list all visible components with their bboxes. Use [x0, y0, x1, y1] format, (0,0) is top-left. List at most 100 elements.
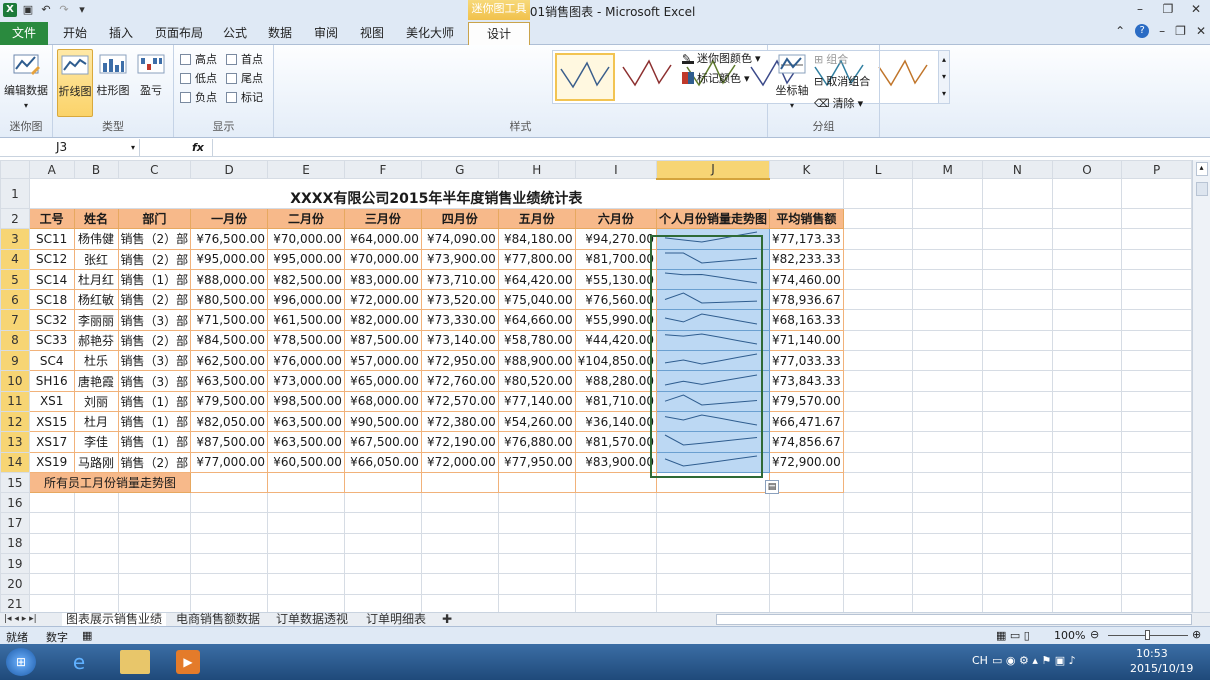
normal-view-icon[interactable]: ▦ ▭ ▯ [996, 629, 1030, 642]
average-sales-cell[interactable]: ¥77,033.33 [769, 350, 844, 372]
cell[interactable] [842, 451, 914, 473]
column-header-g[interactable]: G [420, 160, 499, 179]
column-header-p[interactable]: P [1121, 160, 1192, 179]
cell[interactable] [982, 390, 1053, 412]
cell[interactable] [912, 207, 983, 230]
new-sheet-icon[interactable]: ✚ [442, 613, 452, 627]
trend-cell[interactable] [190, 471, 269, 494]
cell[interactable] [497, 512, 576, 534]
row-header-12[interactable]: 12 [0, 410, 30, 433]
month-sales-cell[interactable]: ¥73,000.00 [267, 370, 345, 392]
column-header-c[interactable]: C [117, 160, 192, 179]
cell[interactable] [769, 512, 844, 534]
month-sales-cell[interactable]: ¥73,140.00 [420, 329, 499, 352]
cell[interactable] [912, 593, 983, 612]
cell[interactable] [420, 553, 499, 575]
cell[interactable] [117, 593, 192, 612]
month-sales-cell[interactable]: ¥95,000.00 [267, 248, 345, 270]
average-sales-cell[interactable]: ¥74,460.00 [769, 268, 844, 291]
column-header-f[interactable]: F [343, 160, 422, 179]
month-sales-cell[interactable]: ¥72,190.00 [420, 431, 499, 453]
department-cell[interactable]: 销售（2）部 [117, 451, 192, 473]
table-header-cell[interactable]: 部门 [117, 207, 192, 230]
month-sales-cell[interactable]: ¥76,000.00 [267, 350, 345, 372]
start-button-icon[interactable]: ⊞ [6, 648, 36, 676]
cell[interactable] [1121, 350, 1192, 372]
clear-button[interactable]: ⌫ 清除 ▾ [814, 95, 863, 111]
cell[interactable] [912, 350, 983, 372]
cell[interactable] [267, 492, 345, 514]
cell[interactable] [982, 268, 1053, 291]
cell[interactable] [190, 492, 269, 514]
month-sales-cell[interactable]: ¥73,330.00 [420, 309, 499, 331]
row-header-13[interactable]: 13 [0, 431, 30, 453]
name-cell[interactable]: 刘丽 [73, 390, 119, 412]
help-icon[interactable]: ? [1135, 24, 1150, 38]
average-sales-cell[interactable]: ¥68,163.33 [769, 309, 844, 331]
month-sales-cell[interactable]: ¥66,050.00 [343, 451, 422, 473]
column-header-j[interactable]: J [656, 160, 771, 180]
row-header-16[interactable]: 16 [0, 492, 30, 514]
restore-icon[interactable]: ❐ [1154, 0, 1182, 20]
average-sales-cell[interactable]: ¥71,140.00 [769, 329, 844, 352]
negative-point-checkbox[interactable]: 负点 [180, 89, 217, 105]
doc-restore-icon[interactable]: ❐ [1175, 24, 1186, 38]
cell[interactable] [1121, 178, 1192, 209]
cell[interactable] [982, 329, 1053, 352]
department-cell[interactable]: 销售（1）部 [117, 268, 192, 291]
cell[interactable] [117, 492, 192, 514]
month-sales-cell[interactable]: ¥55,130.00 [574, 268, 658, 291]
redo-icon[interactable]: ↷ [57, 3, 71, 17]
row-header-1[interactable]: 1 [0, 178, 30, 209]
cell[interactable] [497, 593, 576, 612]
employee-id-cell[interactable]: SC11 [28, 228, 75, 250]
save-icon[interactable]: ▣ [21, 3, 35, 17]
cell[interactable] [190, 553, 269, 575]
low-point-checkbox[interactable]: 低点 [180, 70, 217, 86]
month-sales-cell[interactable]: ¥81,700.00 [574, 248, 658, 270]
cell[interactable] [28, 492, 75, 514]
table-header-cell[interactable]: 六月份 [574, 207, 658, 230]
table-header-cell[interactable]: 平均销售额 [769, 207, 844, 230]
cell[interactable] [1051, 553, 1123, 575]
table-header-cell[interactable]: 工号 [28, 207, 75, 230]
trend-cell[interactable] [656, 471, 771, 494]
cell[interactable] [842, 268, 914, 291]
department-cell[interactable]: 销售（2）部 [117, 228, 192, 250]
month-sales-cell[interactable]: ¥72,570.00 [420, 390, 499, 412]
month-sales-cell[interactable]: ¥78,500.00 [267, 329, 345, 352]
column-header-i[interactable]: I [574, 160, 658, 179]
month-sales-cell[interactable]: ¥57,000.00 [343, 350, 422, 372]
month-sales-cell[interactable]: ¥87,500.00 [190, 431, 269, 453]
quick-analysis-icon[interactable]: ▤ [765, 480, 779, 494]
row-header-14[interactable]: 14 [0, 451, 30, 473]
name-cell[interactable]: 李佳 [73, 431, 119, 453]
month-sales-cell[interactable]: ¥104,850.00 [574, 350, 658, 372]
sparkline-cell[interactable] [656, 309, 771, 331]
month-sales-cell[interactable]: ¥77,950.00 [497, 451, 576, 473]
cell[interactable] [912, 512, 983, 534]
select-all-corner[interactable] [0, 160, 30, 179]
cell[interactable] [842, 248, 914, 270]
month-sales-cell[interactable]: ¥76,560.00 [574, 289, 658, 311]
cell[interactable] [73, 512, 119, 534]
cell[interactable] [1051, 178, 1123, 209]
employee-id-cell[interactable]: SC33 [28, 329, 75, 352]
row-header-6[interactable]: 6 [0, 289, 30, 311]
cell[interactable] [982, 207, 1053, 230]
month-sales-cell[interactable]: ¥36,140.00 [574, 410, 658, 433]
tab-page-layout[interactable]: 页面布局 [150, 22, 208, 45]
column-header-h[interactable]: H [497, 160, 576, 179]
name-cell[interactable]: 杜乐 [73, 350, 119, 372]
sheet-tab[interactable]: 电商销售额数据 [176, 613, 260, 627]
cell[interactable] [982, 573, 1053, 595]
row-header-15[interactable]: 15 [0, 471, 30, 494]
cell[interactable] [190, 532, 269, 555]
cell[interactable] [769, 492, 844, 514]
cell[interactable] [982, 370, 1053, 392]
month-sales-cell[interactable]: ¥64,000.00 [343, 228, 422, 250]
cell[interactable] [1051, 390, 1123, 412]
cell[interactable] [73, 573, 119, 595]
name-cell[interactable]: 张红 [73, 248, 119, 270]
gallery-scroll[interactable]: ▴ ▾ ▾ [938, 50, 950, 104]
